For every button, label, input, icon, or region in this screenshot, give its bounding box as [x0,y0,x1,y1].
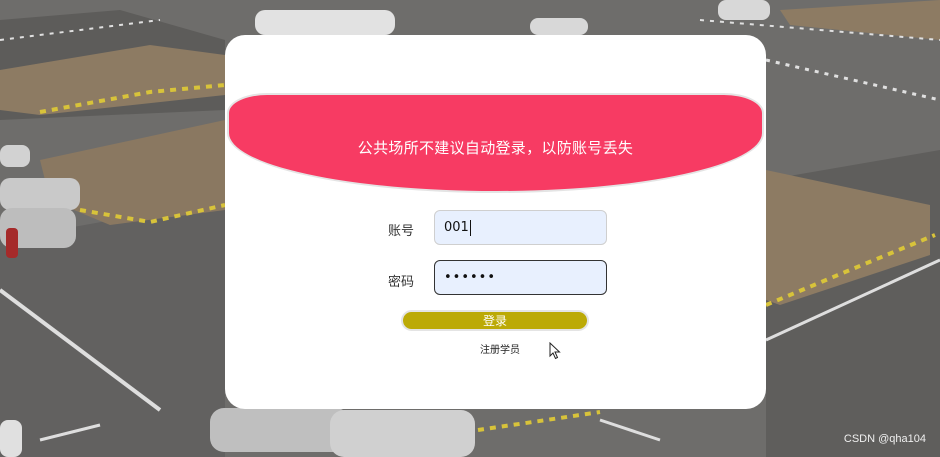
mouse-pointer-icon [549,342,561,360]
banner-message: 公共场所不建议自动登录，以防账号丢失 [357,139,634,157]
password-masked-value: •••••• [444,270,497,285]
register-student-link[interactable]: 注册学员 [480,341,520,356]
password-label: 密码 [388,275,415,290]
login-button[interactable]: 登录 [401,310,589,331]
account-label: 账号 [388,224,415,239]
warning-banner: 公共场所不建议自动登录，以防账号丢失 [227,93,764,193]
login-card: 公共场所不建议自动登录，以防账号丢失 账号 001 密码 •••••• 登录 注… [225,35,766,409]
text-caret [469,219,471,236]
password-input[interactable]: •••••• [434,260,607,295]
account-input[interactable]: 001 [434,210,607,245]
account-value: 001 [444,220,469,235]
csdn-watermark: CSDN @qha104 [843,433,926,445]
